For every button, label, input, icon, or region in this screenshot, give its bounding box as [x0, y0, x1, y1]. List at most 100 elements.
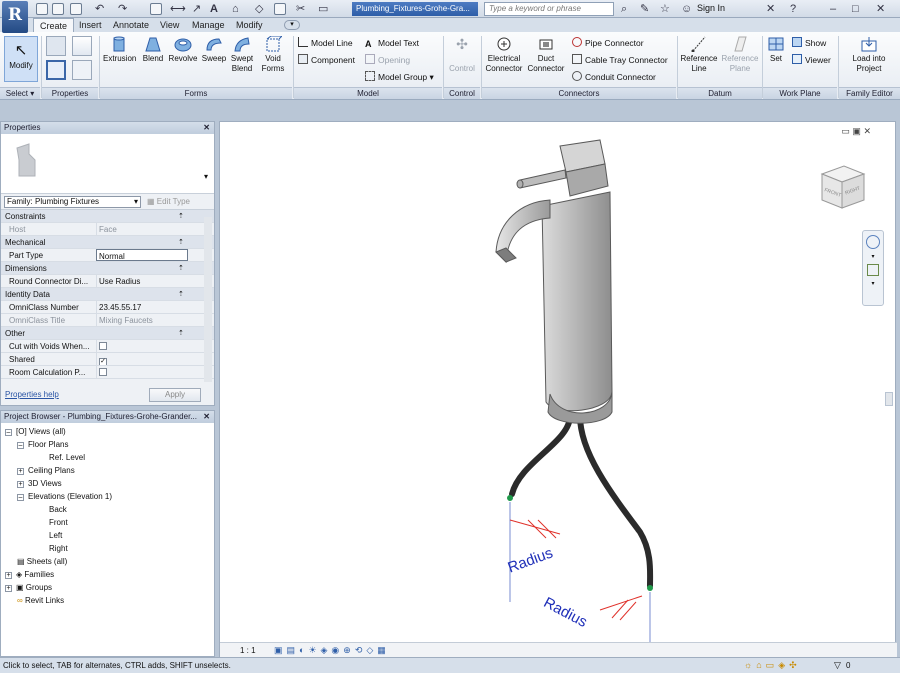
subscription-icon[interactable]: ✎ — [640, 3, 649, 15]
swept-blend-button[interactable]: Swept Blend — [229, 36, 255, 74]
property-category[interactable]: Other ⇡ — [1, 327, 214, 340]
tree-node-revit-links[interactable]: ∞ Revit Links — [17, 595, 64, 607]
drawing-canvas[interactable]: ▭ ▣ ✕ Radius Radius FRONT RIGHT ▾ ▾ 1: … — [219, 121, 897, 658]
property-value[interactable]: Normal — [96, 249, 188, 261]
canvas-scrollbar[interactable] — [885, 392, 893, 406]
collapse-icon[interactable]: – — [5, 429, 12, 436]
property-checkbox[interactable] — [99, 342, 107, 350]
property-row[interactable]: OmniClass Number 23.45.55.17 — [1, 301, 214, 314]
property-category[interactable]: Dimensions ⇡ — [1, 262, 214, 275]
property-value[interactable]: Mixing Faucets — [96, 314, 188, 326]
binoculars-icon[interactable]: ⌕ — [621, 3, 627, 15]
control-button[interactable]: ✣ Control — [446, 36, 478, 74]
collapse-category-icon[interactable]: ⇡ — [178, 262, 184, 275]
tree-node-families[interactable]: + ◈ Families — [5, 569, 54, 581]
text-icon[interactable]: A — [210, 3, 218, 15]
property-category[interactable]: Constraints ⇡ — [1, 210, 214, 223]
property-value[interactable] — [96, 340, 188, 352]
property-checkbox[interactable] — [99, 368, 107, 376]
reference-line-button[interactable]: Reference Line — [679, 36, 719, 74]
type-selector[interactable]: ▾ — [1, 134, 214, 194]
collapse-icon[interactable]: – — [17, 442, 24, 449]
tab-create[interactable]: Create — [33, 18, 75, 32]
cable-tray-connector-button[interactable]: Cable Tray Connector — [572, 54, 668, 66]
modify-button[interactable]: ↖ Modify — [4, 36, 38, 82]
steering-wheel-icon[interactable] — [866, 235, 880, 249]
thin-lines-icon[interactable] — [274, 3, 286, 15]
property-row[interactable]: Cut with Voids When... — [1, 340, 214, 353]
application-menu-button[interactable]: R — [2, 1, 28, 33]
tab-view[interactable]: View — [154, 18, 185, 32]
property-value[interactable]: ✓ — [96, 353, 188, 365]
tree-node-views[interactable]: – [O] Views (all) — [5, 426, 66, 438]
tree-node-back[interactable]: Back — [49, 504, 67, 516]
opening-button[interactable]: Opening — [365, 54, 410, 66]
property-row[interactable]: Room Calculation P... — [1, 366, 214, 379]
family-category-icon[interactable] — [46, 36, 66, 56]
pipe-connector-button[interactable]: Pipe Connector — [572, 37, 644, 49]
tree-node-right[interactable]: Right — [49, 543, 68, 555]
selection-options-icons[interactable]: ☼⌂▭◈✣ — [744, 660, 801, 671]
model-group-button[interactable]: Model Group ▾ — [365, 71, 434, 83]
maximize-icon[interactable]: □ — [852, 3, 859, 15]
collapse-category-icon[interactable]: ⇡ — [178, 236, 184, 249]
properties-scrollbar[interactable] — [204, 217, 212, 382]
tree-node-groups[interactable]: + ▣ Groups — [5, 582, 52, 594]
minimize-icon[interactable]: – — [830, 3, 836, 15]
close-browser-icon[interactable]: ✕ — [203, 411, 210, 423]
extrusion-button[interactable]: Extrusion — [103, 36, 136, 64]
connector-left[interactable] — [507, 495, 513, 501]
collapse-category-icon[interactable]: ⇡ — [178, 210, 184, 223]
print-icon[interactable] — [150, 3, 162, 15]
view-scale[interactable]: 1 : 1 — [240, 646, 256, 655]
expand-icon[interactable]: + — [5, 572, 12, 579]
help-icon[interactable]: ? — [790, 3, 796, 15]
tab-insert[interactable]: Insert — [73, 18, 108, 32]
family-types-icon[interactable] — [72, 36, 92, 56]
ribbon-options-icon[interactable]: ▾ — [284, 20, 300, 30]
undo-icon[interactable]: ↶ — [95, 3, 104, 15]
type-properties-icon[interactable] — [72, 60, 92, 80]
dimension-icon[interactable]: ↗ — [192, 3, 201, 15]
zoom-icon[interactable] — [867, 264, 879, 276]
revolve-button[interactable]: Revolve — [168, 36, 198, 64]
property-value[interactable] — [96, 366, 188, 378]
redo-icon[interactable]: ↷ — [118, 3, 127, 15]
sign-in-link[interactable]: Sign In — [697, 3, 725, 13]
search-input[interactable]: Type a keyword or phrase — [484, 2, 614, 16]
show-work-plane-button[interactable]: Show — [792, 37, 826, 49]
exchange-apps-icon[interactable]: ✕ — [766, 3, 775, 15]
property-category[interactable]: Identity Data ⇡ — [1, 288, 214, 301]
properties-icon[interactable] — [46, 60, 66, 80]
close-properties-icon[interactable]: ✕ — [203, 122, 210, 134]
blend-button[interactable]: Blend — [139, 36, 167, 64]
open-icon[interactable] — [36, 3, 48, 15]
property-row[interactable]: Host Face — [1, 223, 214, 236]
tree-node-front[interactable]: Front — [49, 517, 68, 529]
expand-icon[interactable]: + — [17, 481, 24, 488]
property-row[interactable]: Part Type Normal — [1, 249, 214, 262]
expand-icon[interactable]: + — [17, 468, 24, 475]
tree-node-sheets[interactable]: ▤ Sheets (all) — [17, 556, 67, 568]
section-icon[interactable]: ◇ — [255, 3, 263, 15]
expand-icon[interactable]: + — [5, 585, 12, 592]
work-plane-viewer-button[interactable]: Viewer — [792, 54, 831, 66]
instance-filter-dropdown[interactable]: Family: Plumbing Fixtures ▾ — [4, 196, 141, 208]
tree-node-ceiling-plans[interactable]: + Ceiling Plans — [17, 465, 75, 477]
duct-connector-button[interactable]: Duct Connector — [526, 36, 566, 74]
property-value[interactable]: Use Radius — [96, 275, 188, 287]
load-into-project-button[interactable]: Load into Project — [842, 36, 896, 74]
view-control-icons[interactable]: ▣▤◐☀◈◉⊕⟲◇▦ — [274, 645, 390, 656]
component-button[interactable]: Component — [298, 54, 355, 66]
model-text-button[interactable]: A Model Text — [365, 37, 419, 49]
sync-icon[interactable] — [70, 3, 82, 15]
reference-plane-button[interactable]: Reference Plane — [720, 36, 760, 74]
tab-annotate[interactable]: Annotate — [107, 18, 155, 32]
user-icon[interactable]: ☺ — [681, 3, 692, 15]
set-work-plane-button[interactable]: Set — [764, 36, 788, 64]
chevron-down-icon[interactable]: ▾ — [863, 253, 883, 260]
close-icon[interactable]: ✕ — [876, 3, 885, 15]
tree-node-ref-level[interactable]: Ref. Level — [49, 452, 85, 464]
conduit-connector-button[interactable]: Conduit Connector — [572, 71, 656, 83]
select-panel-title[interactable]: Select ▾ — [0, 87, 40, 99]
